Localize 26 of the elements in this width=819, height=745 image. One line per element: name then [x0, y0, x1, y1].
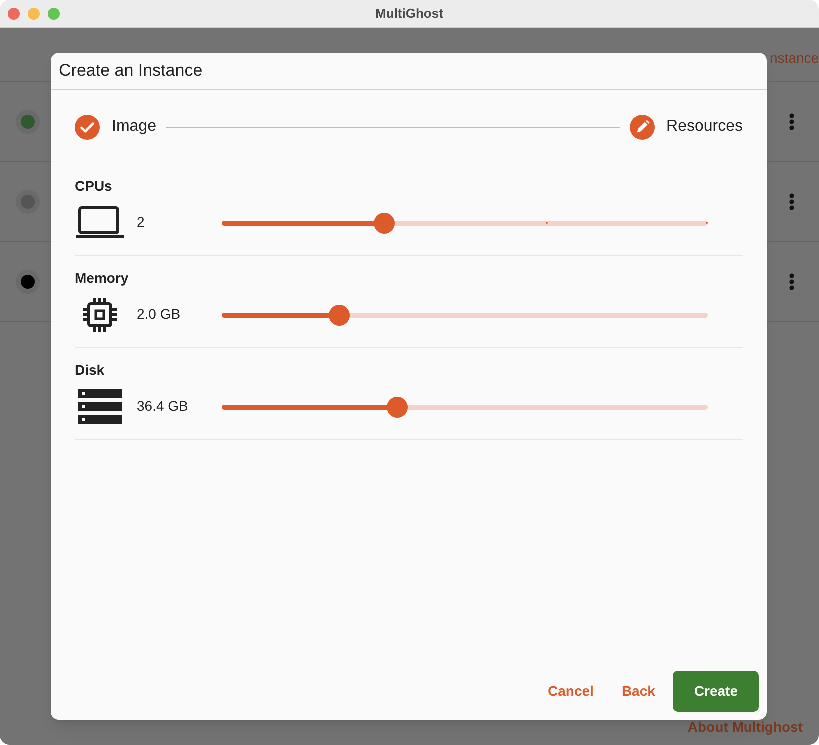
more-icon[interactable] [789, 272, 795, 290]
window-title: MultiGhost [376, 4, 444, 23]
slider-thumb[interactable] [374, 212, 395, 234]
check-icon [75, 114, 100, 140]
close-icon[interactable] [8, 8, 20, 20]
resource-label: Memory [75, 269, 129, 288]
pencil-icon [630, 114, 655, 140]
slider-thumb[interactable] [328, 304, 350, 326]
text-button[interactable]: Back [612, 671, 666, 712]
zoom-icon[interactable] [48, 8, 60, 20]
chip-icon [80, 295, 120, 335]
create-button[interactable]: Create [673, 671, 759, 712]
text-button[interactable]: Cancel [538, 671, 604, 712]
step-label: Image [112, 117, 156, 137]
resource-value: 36.4 GB [137, 398, 188, 414]
server-icon [78, 389, 122, 425]
more-icon[interactable] [789, 192, 795, 210]
step-label: Resources [666, 117, 743, 137]
resource-label: Disk [75, 361, 105, 380]
laptop-icon [75, 205, 125, 241]
resource-value: 2.0 GB [137, 306, 181, 322]
slider-thumb[interactable] [386, 396, 408, 418]
resource-label: CPUs [75, 177, 112, 196]
resource-value: 2 [137, 214, 145, 230]
more-icon[interactable] [789, 112, 795, 130]
dialog-title: Create an Instance [59, 60, 203, 82]
